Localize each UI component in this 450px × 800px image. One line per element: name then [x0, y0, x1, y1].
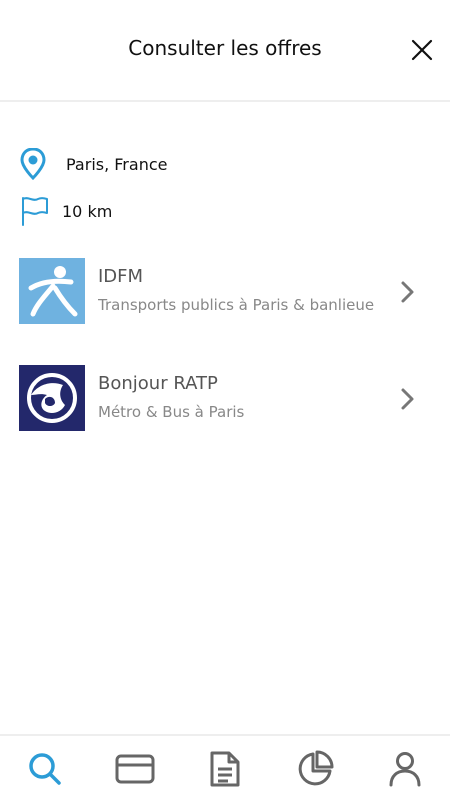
- document-icon: [209, 750, 241, 792]
- location-filter[interactable]: Paris, France: [20, 148, 167, 180]
- radius-label: 10 km: [62, 201, 113, 221]
- location-label: Paris, France: [66, 154, 168, 174]
- offer-subtitle: Métro & Bus à Paris: [98, 403, 245, 421]
- flag-icon: [20, 195, 50, 227]
- tab-profile[interactable]: [382, 748, 428, 794]
- close-icon[interactable]: [410, 38, 434, 62]
- radius-filter[interactable]: 10 km: [20, 195, 112, 227]
- chevron-right-icon: [398, 280, 418, 304]
- tab-statistics[interactable]: [292, 748, 338, 794]
- offer-name: Bonjour RATP: [98, 373, 218, 394]
- offer-subtitle: Transports publics à Paris & banlieue: [98, 296, 375, 314]
- page-title: Consulter les offres: [128, 36, 322, 60]
- offer-item-ratp[interactable]: Bonjour RATP Métro & Bus à Paris: [0, 365, 450, 441]
- user-icon: [388, 751, 422, 791]
- pie-chart-icon: [296, 750, 334, 792]
- chevron-right-icon: [398, 387, 418, 411]
- offer-item-idfm[interactable]: IDFM Transports publics à Paris & banlie…: [0, 258, 450, 334]
- ratp-logo: [19, 365, 85, 431]
- search-icon: [27, 751, 63, 791]
- card-icon: [115, 753, 155, 789]
- tab-cards[interactable]: [112, 748, 158, 794]
- tab-documents[interactable]: [202, 748, 248, 794]
- tab-search[interactable]: [22, 748, 68, 794]
- header: Consulter les offres: [0, 0, 450, 102]
- bottom-tab-bar: [0, 734, 450, 800]
- offer-name: IDFM: [98, 266, 144, 287]
- idfm-logo: [19, 258, 85, 324]
- map-pin-icon: [20, 148, 50, 180]
